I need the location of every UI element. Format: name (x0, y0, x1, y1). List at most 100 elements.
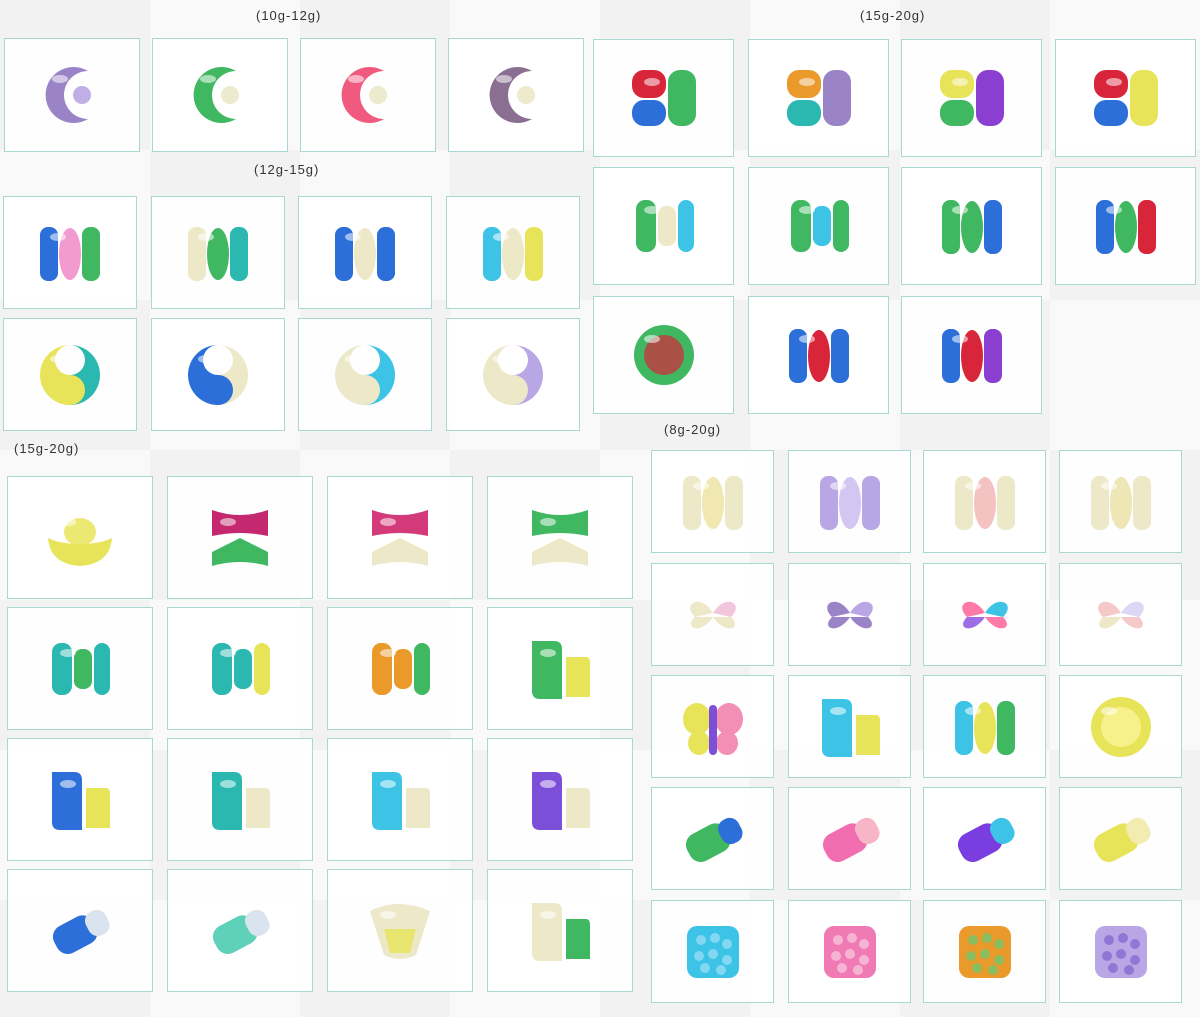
product-tile (327, 476, 473, 599)
tilted-pod-icon (38, 889, 122, 973)
product-tile (487, 607, 633, 730)
product-tile (298, 318, 432, 431)
ring-pod-icon (622, 184, 706, 268)
product-tile (152, 38, 288, 152)
swirl-pod-icon (471, 333, 555, 417)
product-tile (7, 607, 153, 730)
product-tile (3, 318, 137, 431)
l-shape-pod-icon (518, 758, 602, 842)
l-shape-pod-icon (358, 758, 442, 842)
product-tile (748, 39, 889, 157)
product-tile (923, 787, 1046, 890)
bar-pod-icon (323, 211, 407, 295)
tilted-pod-icon (1079, 797, 1163, 881)
product-tile (487, 738, 633, 861)
tilted-pod-icon (198, 889, 282, 973)
product-tile (651, 787, 774, 890)
product-tile (923, 675, 1046, 778)
section-label-s5: (8g-20g) (664, 422, 722, 437)
product-tile (651, 450, 774, 553)
product-tile (300, 38, 436, 152)
product-tile (788, 675, 911, 778)
butterfly-pod-icon (671, 685, 755, 769)
bar-pod-icon (943, 460, 1027, 544)
l-shape-pod-icon (198, 758, 282, 842)
moon-pod-icon (326, 53, 410, 137)
section-label-s4: (15g-20g) (14, 441, 80, 456)
swirl-pod-icon (176, 333, 260, 417)
product-tile (651, 675, 774, 778)
ring-pod-icon (358, 627, 442, 711)
bar-pod-icon (671, 460, 755, 544)
chevron-pod-icon (198, 496, 282, 580)
product-tile (901, 296, 1042, 414)
tilted-pod-icon (671, 797, 755, 881)
product-tile (3, 196, 137, 309)
product-tile (327, 738, 473, 861)
bar-pod-icon (471, 211, 555, 295)
product-tile (1055, 39, 1196, 157)
bar-pod-icon (28, 211, 112, 295)
l-shape-pod-icon (38, 758, 122, 842)
heart-flower-pod-icon (808, 573, 892, 657)
bar-pod-icon (1079, 460, 1163, 544)
product-tile (298, 196, 432, 309)
heart-flower-pod-icon (1079, 573, 1163, 657)
product-tile (446, 196, 580, 309)
product-tile (151, 318, 285, 431)
product-tile (651, 563, 774, 666)
product-tile (167, 607, 313, 730)
product-tile (593, 167, 734, 285)
tri-chamber-pod-icon (1084, 56, 1168, 140)
product-tile (7, 476, 153, 599)
product-tile (923, 900, 1046, 1003)
l-shape-pod-icon (808, 685, 892, 769)
swirl-pod-icon (28, 333, 112, 417)
product-tile (7, 738, 153, 861)
product-tile (151, 196, 285, 309)
bar-pod-icon (930, 313, 1014, 397)
product-tile (1059, 900, 1182, 1003)
chevron-pod-icon (358, 496, 442, 580)
square-bead-pod-icon (943, 910, 1027, 994)
product-tile (593, 296, 734, 414)
product-tile (901, 167, 1042, 285)
heart-flower-pod-icon (943, 573, 1027, 657)
product-tile (487, 476, 633, 599)
l-shape-pod-icon (518, 627, 602, 711)
product-tile (788, 787, 911, 890)
moon-pod-icon (474, 53, 558, 137)
wedge-pod-icon (358, 889, 442, 973)
bar-pod-icon (777, 313, 861, 397)
product-tile (167, 738, 313, 861)
product-tile (4, 38, 140, 152)
product-tile (923, 563, 1046, 666)
product-tile (167, 869, 313, 992)
tilted-pod-icon (808, 797, 892, 881)
section-label-s1: (10g-12g) (256, 8, 322, 23)
square-bead-pod-icon (1079, 910, 1163, 994)
moon-pod-icon (178, 53, 262, 137)
heart-flower-pod-icon (671, 573, 755, 657)
round-bead-pod-icon (1079, 685, 1163, 769)
product-tile (788, 450, 911, 553)
square-bead-pod-icon (671, 910, 755, 994)
product-tile (167, 476, 313, 599)
swirl-pod-icon (323, 333, 407, 417)
product-tile (1059, 675, 1182, 778)
product-tile (651, 900, 774, 1003)
product-tile (1059, 787, 1182, 890)
product-tile (923, 450, 1046, 553)
chevron-pod-icon (518, 496, 602, 580)
product-tile (327, 607, 473, 730)
product-tile (1055, 167, 1196, 285)
section-label-s2: (12g-15g) (254, 162, 320, 177)
moon-pod-icon (30, 53, 114, 137)
bar-pod-icon (930, 184, 1014, 268)
bar-pod-icon (1084, 184, 1168, 268)
l-shape-pod-icon (518, 889, 602, 973)
product-tile (327, 869, 473, 992)
product-tile (446, 318, 580, 431)
product-tile (448, 38, 584, 152)
ring-pod-icon (38, 627, 122, 711)
